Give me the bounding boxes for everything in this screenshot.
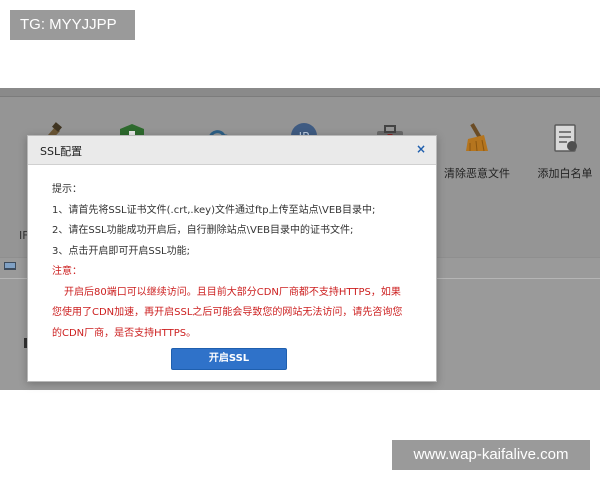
dialog-header: SSL配置 × [28, 136, 436, 165]
toolbar-item-whitelist-label: 添加白名单 [537, 167, 593, 180]
dialog-body: 提示： 1、请首先将SSL证书文件(.crt,.key)文件通过ftp上传至站点… [52, 180, 422, 344]
step-3: 3、点击开启即可开启SSL功能; [52, 245, 190, 257]
watermark: www.wap-kaifalive.com [392, 440, 590, 470]
toolbar-item-whitelist[interactable]: 添加白名单 [529, 121, 600, 181]
app-titlebar [0, 88, 600, 97]
ssl-config-dialog: SSL配置 × 提示： 1、请首先将SSL证书文件(.crt,.key)文件通过… [27, 135, 437, 382]
warning-line-2: 您使用了CDN加速，再开启SSL之后可能会导致您的网站无法访问，请先咨询您 [52, 307, 403, 318]
close-icon[interactable]: × [414, 142, 428, 156]
toolbar-item-clean-malware[interactable]: 清除恶意文件 [441, 121, 513, 181]
dialog-title: SSL配置 [40, 145, 83, 158]
enable-ssl-button[interactable]: 开启SSL [171, 348, 287, 370]
notice-label: 注意： [52, 266, 82, 277]
tip-label: 提示： [52, 184, 82, 195]
whitelist-icon [554, 124, 577, 152]
toolbar-item-clean-malware-label: 清除恶意文件 [444, 167, 510, 180]
warning-line-1: 开启后80端口可以继续访问。且目前大部分CDN厂商都不支持HTTPS，如果 [64, 286, 401, 298]
step-1: 1、请首先将SSL证书文件(.crt,.key)文件通过ftp上传至站点\VEB… [52, 204, 376, 216]
warning-line-3: 的CDN厂商，是否支持HTTPS。 [52, 327, 197, 339]
broom-icon [466, 123, 488, 152]
step-2: 2、请在SSL功能成功开启后，自行删除站点\VEB目录中的证书文件; [52, 225, 354, 236]
monitor-icon [4, 262, 16, 270]
tg-label: TG: MYYJJPP [10, 10, 135, 40]
